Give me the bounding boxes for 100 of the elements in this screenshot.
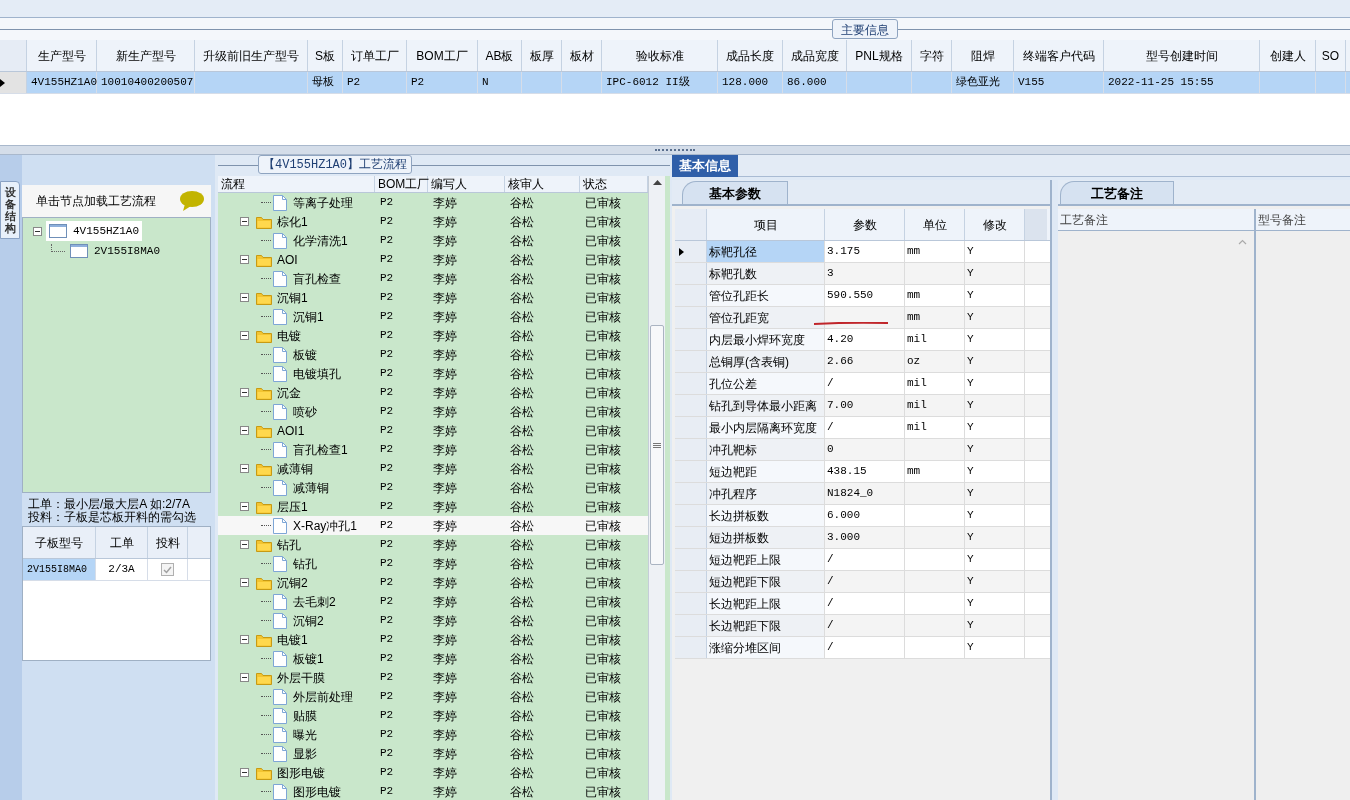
tree-row[interactable]: 图形电镀 P2 李婷 谷松 已审核 [218, 763, 648, 782]
column-header[interactable]: 核审人 [505, 176, 580, 192]
table-row[interactable]: 标靶孔径 3.175 mm Y [675, 241, 1050, 263]
column-header[interactable]: 成品长度 [718, 40, 783, 71]
collapse-icon[interactable] [240, 578, 249, 587]
column-header[interactable]: 型号创建时间 [1104, 40, 1260, 71]
scroll-up-icon[interactable] [652, 180, 662, 185]
table-row[interactable]: 标靶孔数 3 Y [675, 263, 1050, 285]
table-row[interactable]: 长边拼板数 6.000 Y [675, 505, 1050, 527]
collapse-icon[interactable] [240, 255, 249, 264]
tree-row[interactable]: 等离子处理 P2 李婷 谷松 已审核 [218, 193, 648, 212]
table-row[interactable]: 管位孔距长 590.550 mm Y [675, 285, 1050, 307]
column-header[interactable]: 生产型号 [27, 40, 97, 71]
table-row[interactable]: 冲孔程序 N1824_0 Y [675, 483, 1050, 505]
collapse-icon[interactable] [240, 388, 249, 397]
tree-row[interactable]: X-Ray冲孔1 P2 李婷 谷松 已审核 [218, 516, 648, 535]
collapse-icon[interactable] [240, 464, 249, 473]
collapse-icon[interactable] [240, 293, 249, 302]
tree-row[interactable]: 盲孔检查1 P2 李婷 谷松 已审核 [218, 440, 648, 459]
tree-row[interactable]: 钻孔 P2 李婷 谷松 已审核 [218, 535, 648, 554]
column-header[interactable]: BOM工厂 [407, 40, 478, 71]
table-row[interactable]: 短边靶距上限 / Y [675, 549, 1050, 571]
table-row[interactable]: 短边靶距 438.15 mm Y [675, 461, 1050, 483]
tree-row[interactable]: 去毛刺2 P2 李婷 谷松 已审核 [218, 592, 648, 611]
column-header[interactable]: AB板 [478, 40, 522, 71]
collapse-icon[interactable] [240, 635, 249, 644]
column-header[interactable]: BOM工厂 [375, 176, 428, 192]
table-row[interactable]: 冲孔靶标 0 Y [675, 439, 1050, 461]
tree-row[interactable]: 沉铜2 P2 李婷 谷松 已审核 [218, 573, 648, 592]
column-header[interactable]: 验收标准 [602, 40, 718, 71]
column-header[interactable]: 项目 [707, 209, 825, 240]
column-header[interactable]: S板 [308, 40, 343, 71]
tree-row[interactable]: 化学清洗1 P2 李婷 谷松 已审核 [218, 231, 648, 250]
scrollbar-thumb[interactable] [650, 325, 664, 565]
table-row[interactable]: 短边拼板数 3.000 Y [675, 527, 1050, 549]
column-header[interactable]: 工单 [96, 527, 148, 558]
column-header[interactable]: 板材 [562, 40, 602, 71]
tree-row[interactable]: 板镀 P2 李婷 谷松 已审核 [218, 345, 648, 364]
column-header[interactable]: 阻焊 [952, 40, 1014, 71]
tree-row[interactable]: 图形电镀 P2 李婷 谷松 已审核 [218, 782, 648, 800]
tree-row[interactable]: AOI1 P2 李婷 谷松 已审核 [218, 421, 648, 440]
column-header[interactable]: 新生产型号 [97, 40, 195, 71]
table-row[interactable]: 内层最小焊环宽度 4.20 mil Y [675, 329, 1050, 351]
tree-item[interactable]: 4V155HZ1A0 [46, 221, 142, 241]
table-row[interactable]: 短边靶距下限 / Y [675, 571, 1050, 593]
column-header[interactable]: 板厚 [522, 40, 562, 71]
tree-row[interactable]: 减薄铜 P2 李婷 谷松 已审核 [218, 478, 648, 497]
column-header[interactable]: PNL规格 [847, 40, 912, 71]
tree-row[interactable]: 曝光 P2 李婷 谷松 已审核 [218, 725, 648, 744]
tree-row[interactable]: 沉铜1 P2 李婷 谷松 已审核 [218, 307, 648, 326]
collapse-icon[interactable] [240, 768, 249, 777]
column-header[interactable]: 投料 [148, 527, 188, 558]
tree-row[interactable]: 喷砂 P2 李婷 谷松 已审核 [218, 402, 648, 421]
row-header[interactable] [0, 72, 27, 93]
collapse-icon[interactable] [240, 502, 249, 511]
table-row[interactable]: 长边靶距上限 / Y [675, 593, 1050, 615]
column-header[interactable]: 子板型号 [23, 527, 96, 558]
collapse-icon[interactable] [240, 217, 249, 226]
column-header[interactable]: 型号备注 [1256, 209, 1350, 230]
tree-row[interactable]: 沉铜2 P2 李婷 谷松 已审核 [218, 611, 648, 630]
tab[interactable]: 工艺备注 [1060, 181, 1174, 204]
collapse-icon[interactable] [240, 331, 249, 340]
column-header[interactable]: 终端客户代码 [1014, 40, 1104, 71]
column-header[interactable]: 升级前旧生产型号 [195, 40, 308, 71]
column-header[interactable]: 工艺备注 [1058, 209, 1256, 230]
tree-row[interactable]: 盲孔检查 P2 李婷 谷松 已审核 [218, 269, 648, 288]
collapse-icon[interactable] [240, 426, 249, 435]
tree-row[interactable]: 板镀1 P2 李婷 谷松 已审核 [218, 649, 648, 668]
column-header[interactable]: 订单工厂 [343, 40, 407, 71]
tree-row[interactable]: 贴膜 P2 李婷 谷松 已审核 [218, 706, 648, 725]
column-header[interactable]: 单位 [905, 209, 965, 240]
table-row[interactable]: 总铜厚(含表铜) 2.66 oz Y [675, 351, 1050, 373]
tab[interactable]: 基本参数 [682, 181, 788, 204]
table-row[interactable]: 长边靶距下限 / Y [675, 615, 1050, 637]
splitter-grip[interactable] [655, 148, 695, 152]
table-row[interactable]: 管位孔距宽 mm Y [675, 307, 1050, 329]
tree-row[interactable]: 沉金 P2 李婷 谷松 已审核 [218, 383, 648, 402]
tree-row[interactable]: 钻孔 P2 李婷 谷松 已审核 [218, 554, 648, 573]
tree-row[interactable]: 电镀1 P2 李婷 谷松 已审核 [218, 630, 648, 649]
column-header[interactable]: 成品宽度 [783, 40, 847, 71]
column-header[interactable]: SO [1316, 40, 1346, 71]
tree-row[interactable]: 层压1 P2 李婷 谷松 已审核 [218, 497, 648, 516]
collapse-icon[interactable] [240, 540, 249, 549]
tree-row[interactable]: 显影 P2 李婷 谷松 已审核 [218, 744, 648, 763]
column-header[interactable]: 创建人 [1260, 40, 1316, 71]
table-row[interactable]: 4V155HZ1A0 10010400200507 母板 P2 P2 N IPC-6012 II级 128.000 86.000 绿色亚光 V155 2022-11-25 15:55 [0, 72, 1350, 94]
table-row[interactable]: 孔位公差 / mil Y [675, 373, 1050, 395]
row-header[interactable] [675, 241, 707, 262]
column-header[interactable]: 参数 [825, 209, 905, 240]
column-header[interactable]: 编写人 [428, 176, 505, 192]
table-row[interactable]: 最小内层隔离环宽度 / mil Y [675, 417, 1050, 439]
tree-row[interactable]: 电镀 P2 李婷 谷松 已审核 [218, 326, 648, 345]
collapse-icon[interactable] [240, 673, 249, 682]
tree-row[interactable]: 外层前处理 P2 李婷 谷松 已审核 [218, 687, 648, 706]
tree-row[interactable]: AOI P2 李婷 谷松 已审核 [218, 250, 648, 269]
tree-row[interactable]: 沉铜1 P2 李婷 谷松 已审核 [218, 288, 648, 307]
checkbox[interactable] [161, 563, 174, 576]
column-header[interactable]: 字符 [912, 40, 952, 71]
column-header[interactable]: 流程 [218, 176, 375, 192]
table-row[interactable]: 涨缩分堆区间 / Y [675, 637, 1050, 659]
